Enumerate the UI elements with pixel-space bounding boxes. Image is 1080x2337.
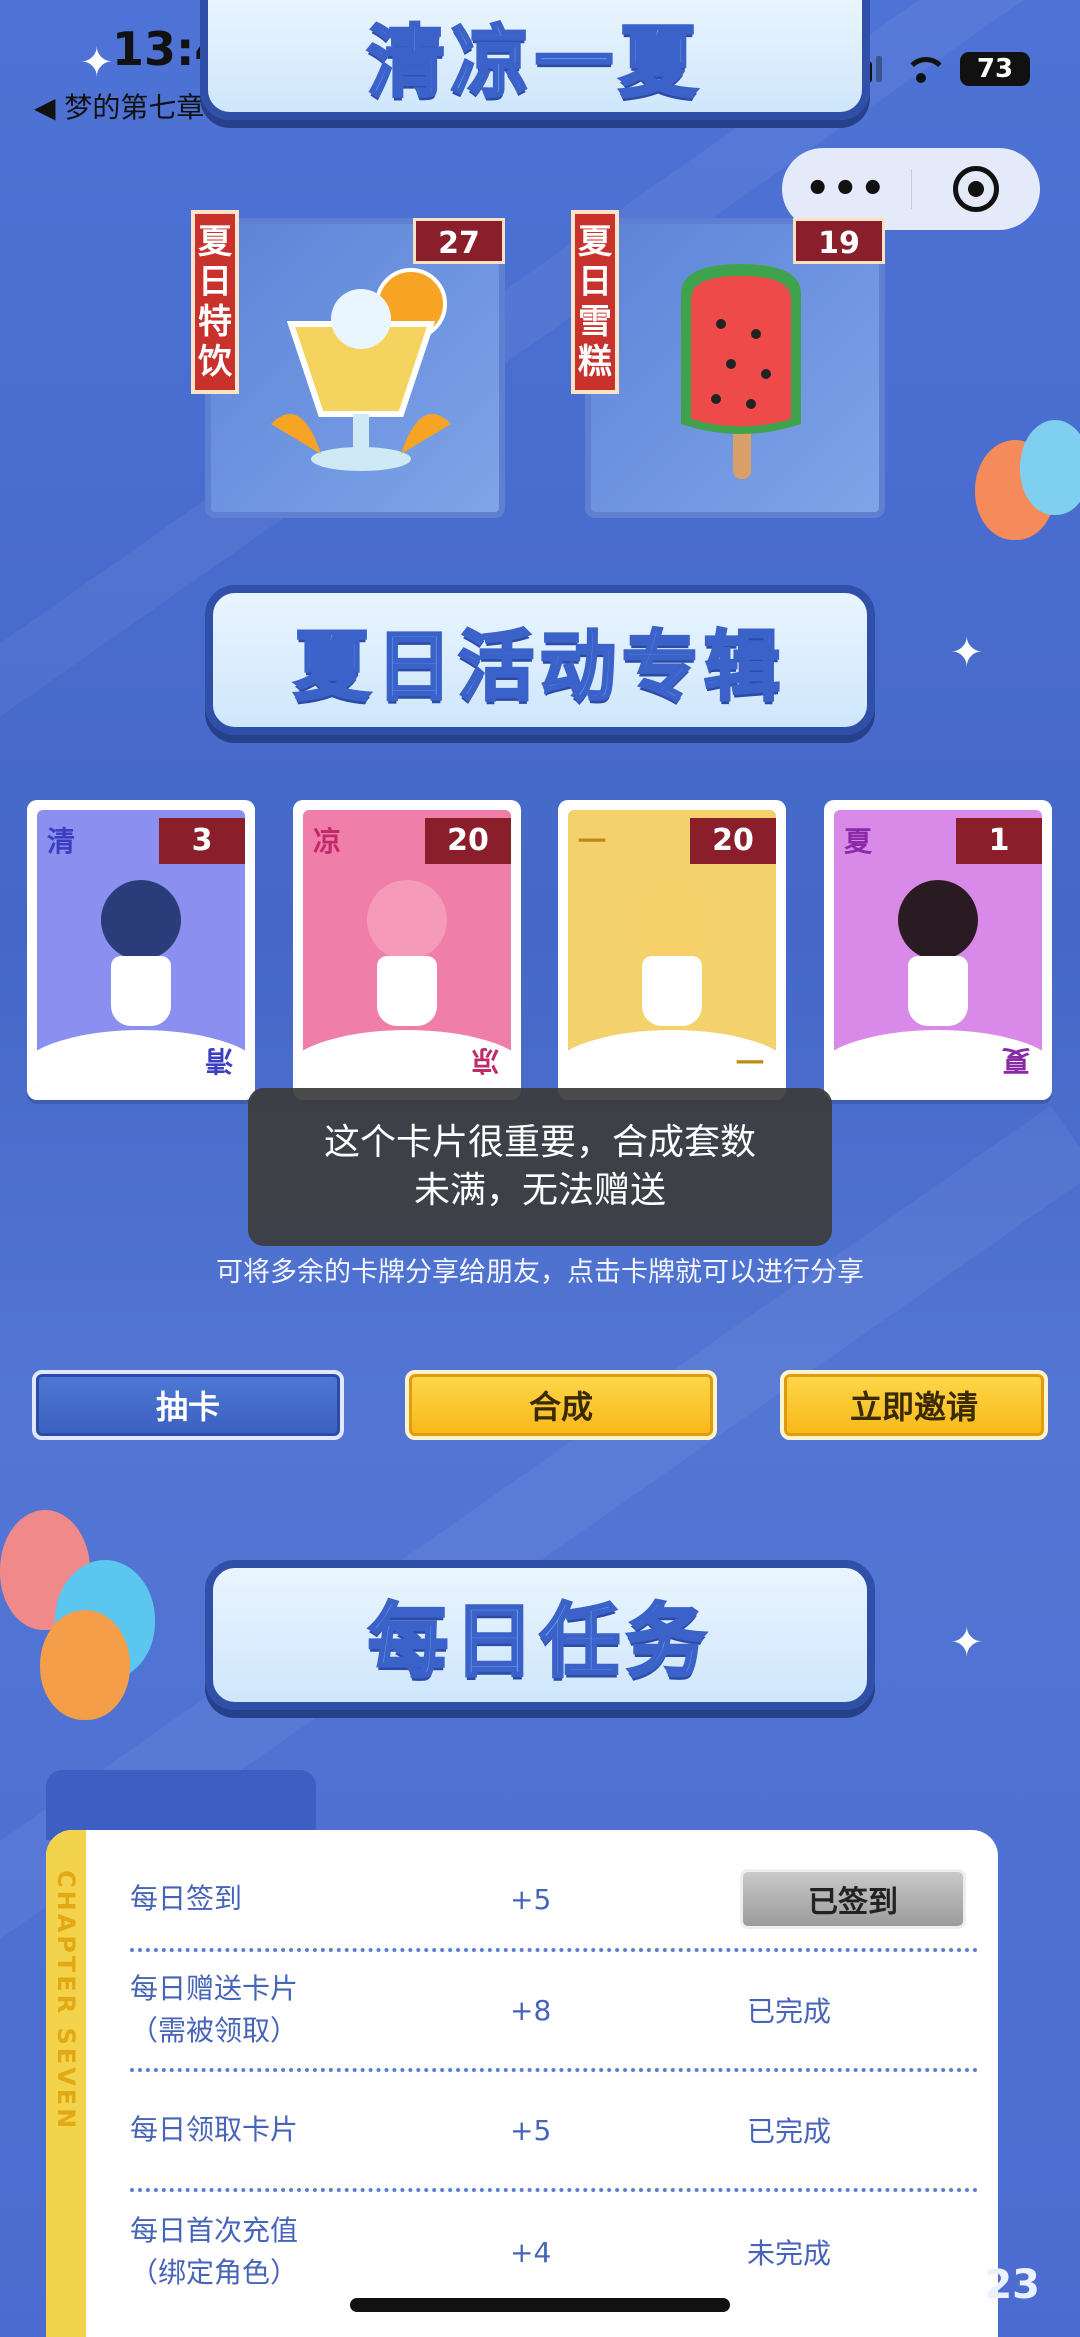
card-art: 凉 凉 20 <box>303 810 511 1090</box>
card-corner-label: 夏 <box>844 825 873 858</box>
combine-button[interactable]: 合成 <box>405 1370 717 1440</box>
card-count-badge: 20 <box>690 818 776 864</box>
product-card-drink[interactable]: 夏日特饮 27 <box>191 210 505 518</box>
task-name-text: 每日赠送卡片 <box>130 1972 299 2005</box>
task-row: 每日首次充值 （绑定角色） +4 未完成 <box>130 2192 978 2312</box>
page-number: 23 <box>984 2262 1040 2308</box>
balloon-decoration <box>1020 420 1080 515</box>
tasks-panel: CHAPTER SEVEN 每日签到 +5 已签到 每日赠送卡片 （需被领取） … <box>46 1830 998 2337</box>
close-miniprogram-button[interactable] <box>912 166 1041 212</box>
draw-card-button[interactable]: 抽卡 <box>32 1370 344 1440</box>
card-corner-label: 凉 <box>470 1044 499 1077</box>
task-row: 每日赠送卡片 （需被领取） +8 已完成 <box>130 1952 978 2072</box>
product-card-popsicle[interactable]: 夏日雪糕 19 <box>571 210 885 518</box>
card-corner-label: 一 <box>578 825 607 858</box>
task-points: +4 <box>510 2235 552 2269</box>
tasks-title: 每日任务 <box>367 1594 712 1690</box>
character-figure <box>627 880 717 1030</box>
watermelon-popsicle-icon <box>681 264 801 479</box>
task-name: 每日签到 <box>130 1878 510 1920</box>
card-corner-label: 一 <box>735 1044 764 1077</box>
chapter-label: CHAPTER SEVEN <box>52 1870 80 2132</box>
card-corner-label: 清 <box>47 825 76 858</box>
panel-side-strip: CHAPTER SEVEN <box>46 1830 86 2337</box>
card-art: 清 清 3 <box>37 810 245 1090</box>
product-tag: 夏日雪糕 <box>571 210 619 394</box>
card-count-badge: 20 <box>425 818 511 864</box>
battery-indicator: 73 <box>960 52 1030 86</box>
task-name: 每日赠送卡片 （需被领取） <box>130 1968 510 2052</box>
sparkle-icon: ✦ <box>950 1620 984 1666</box>
card-art: 一 一 20 <box>568 810 776 1090</box>
more-options-icon[interactable]: ••• <box>782 166 911 212</box>
task-status: 已完成 <box>746 1995 831 2028</box>
task-sub-text: （绑定角色） <box>130 2256 299 2289</box>
card-corner-label: 夏 <box>1001 1044 1030 1077</box>
wifi-icon <box>904 57 948 83</box>
character-figure <box>96 880 186 1030</box>
character-figure <box>362 880 452 1030</box>
card-corner-label: 凉 <box>313 825 342 858</box>
task-row: 每日领取卡片 +5 已完成 <box>130 2072 978 2192</box>
task-status: 未完成 <box>746 2237 831 2270</box>
status-icons: 73 <box>846 52 1030 86</box>
toast-line: 这个卡片很重要，合成套数 <box>323 1122 756 1163</box>
home-indicator[interactable] <box>350 2298 730 2312</box>
toast-message: 这个卡片很重要，合成套数 未满，无法赠送 <box>248 1088 832 1246</box>
page-title: 清凉一夏 <box>365 17 703 110</box>
toast-line: 未满，无法赠送 <box>413 1170 666 1211</box>
task-status: 已完成 <box>746 2115 831 2148</box>
card-art: 夏 夏 1 <box>834 810 1042 1090</box>
product-count: 27 <box>413 218 505 264</box>
task-points: +5 <box>510 1882 552 1916</box>
task-points: +5 <box>510 2113 552 2147</box>
character-card[interactable]: 凉 凉 20 <box>293 800 521 1100</box>
task-name: 每日领取卡片 <box>130 2109 510 2151</box>
album-banner: 夏日活动专辑 <box>205 585 875 735</box>
task-name-text: 每日首次充值 <box>130 2214 299 2247</box>
back-to-app-link[interactable]: ◀ 梦的第七章 <box>34 86 204 126</box>
task-name-text: 每日签到 <box>130 1882 243 1915</box>
character-figure <box>893 880 983 1030</box>
share-hint: 可将多余的卡牌分享给朋友，点击卡牌就可以进行分享 <box>216 1257 864 1288</box>
card-count-badge: 3 <box>159 818 245 864</box>
task-name-text: 每日领取卡片 <box>130 2113 299 2146</box>
card-count-badge: 1 <box>956 818 1042 864</box>
balloon-decoration <box>40 1610 130 1720</box>
invite-button[interactable]: 立即邀请 <box>780 1370 1048 1440</box>
lemonade-icon <box>271 268 451 471</box>
task-sub-text: （需被领取） <box>130 2014 299 2047</box>
card-corner-label: 清 <box>204 1044 233 1077</box>
signed-in-button[interactable]: 已签到 <box>740 1869 966 1929</box>
product-tag: 夏日特饮 <box>191 210 239 394</box>
task-name: 每日首次充值 （绑定角色） <box>130 2210 510 2294</box>
daily-tasks-banner: 每日任务 <box>205 1560 875 1710</box>
character-card[interactable]: 一 一 20 <box>558 800 786 1100</box>
task-row: 每日签到 +5 已签到 <box>130 1850 978 1952</box>
character-card[interactable]: 清 清 3 <box>27 800 255 1100</box>
sparkle-icon: ✦ <box>950 630 984 676</box>
task-points: +8 <box>510 1993 552 2027</box>
sparkle-icon: ✦ <box>80 40 114 86</box>
header-banner: 清凉一夏 <box>200 0 870 120</box>
album-title: 夏日活动专辑 <box>293 621 786 713</box>
character-card[interactable]: 夏 夏 1 <box>824 800 1052 1100</box>
target-icon <box>952 166 999 212</box>
